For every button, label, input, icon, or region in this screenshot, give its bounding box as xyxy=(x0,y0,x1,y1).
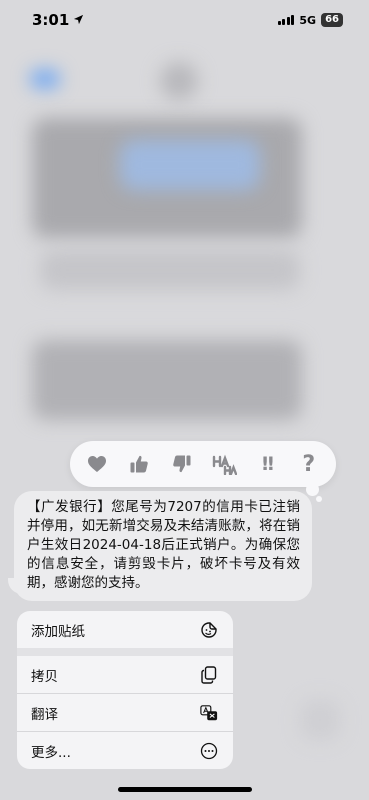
add-sticker-menu-item[interactable]: 添加贴纸 xyxy=(17,611,233,648)
status-right: 5G 66 xyxy=(277,13,343,27)
background-blur-shape xyxy=(120,140,260,190)
cellular-signal-icon xyxy=(277,15,295,25)
network-type: 5G xyxy=(299,13,317,27)
more-icon xyxy=(200,742,218,760)
thumbs-down-icon xyxy=(173,455,191,473)
menu-item-label: 翻译 xyxy=(31,706,58,723)
thumbs-up-reaction-button[interactable] xyxy=(121,446,157,482)
battery-level: 66 xyxy=(325,14,339,25)
menu-section-divider xyxy=(17,648,233,656)
background-blur-shape xyxy=(300,700,340,740)
home-indicator[interactable] xyxy=(118,787,252,792)
background-blur-shape xyxy=(160,62,198,100)
heart-reaction-button[interactable] xyxy=(79,446,115,482)
question-reaction-button[interactable]: ? xyxy=(291,446,327,482)
message-bubble[interactable]: 【广发银行】您尾号为7207的信用卡已注销并停用，如无新增交易及未结清账款，将在… xyxy=(14,491,312,601)
time-text: 3:01 xyxy=(32,11,70,29)
thumbs-down-reaction-button[interactable] xyxy=(164,446,200,482)
more-menu-item[interactable]: 更多... xyxy=(17,732,233,769)
status-time: 3:01 xyxy=(32,11,84,29)
sticker-icon xyxy=(200,621,218,639)
menu-item-label: 拷贝 xyxy=(31,668,58,685)
emphasize-reaction-button[interactable]: !! xyxy=(248,446,284,482)
location-arrow-icon xyxy=(73,11,84,29)
thumbs-up-icon xyxy=(130,455,149,473)
copy-icon xyxy=(200,665,218,684)
status-bar: 3:01 5G 66 xyxy=(0,0,369,40)
haha-reaction-button[interactable] xyxy=(206,446,242,482)
tapback-tail-dot xyxy=(316,496,322,502)
menu-item-label: 更多... xyxy=(31,744,71,761)
menu-item-label: 添加贴纸 xyxy=(31,623,85,640)
battery-icon: 66 xyxy=(321,13,343,27)
heart-icon xyxy=(88,456,107,472)
translate-menu-item[interactable]: 翻译 xyxy=(17,694,233,731)
message-text: 【广发银行】您尾号为7207的信用卡已注销并停用，如无新增交易及未结清账款，将在… xyxy=(27,499,300,591)
context-menu: 添加贴纸 拷贝 翻译 更多... xyxy=(17,611,233,769)
tapback-bar: !! ? xyxy=(70,441,336,487)
background-blur-shape xyxy=(32,340,302,420)
background-blur-shape xyxy=(30,70,60,88)
haha-icon xyxy=(212,454,238,475)
tapback-tail xyxy=(306,483,319,496)
background-blur-shape xyxy=(40,250,300,290)
copy-menu-item[interactable]: 拷贝 xyxy=(17,656,233,693)
question-mark-icon: ? xyxy=(302,451,316,477)
double-exclamation-icon: !! xyxy=(260,453,275,475)
translate-icon xyxy=(200,704,218,722)
